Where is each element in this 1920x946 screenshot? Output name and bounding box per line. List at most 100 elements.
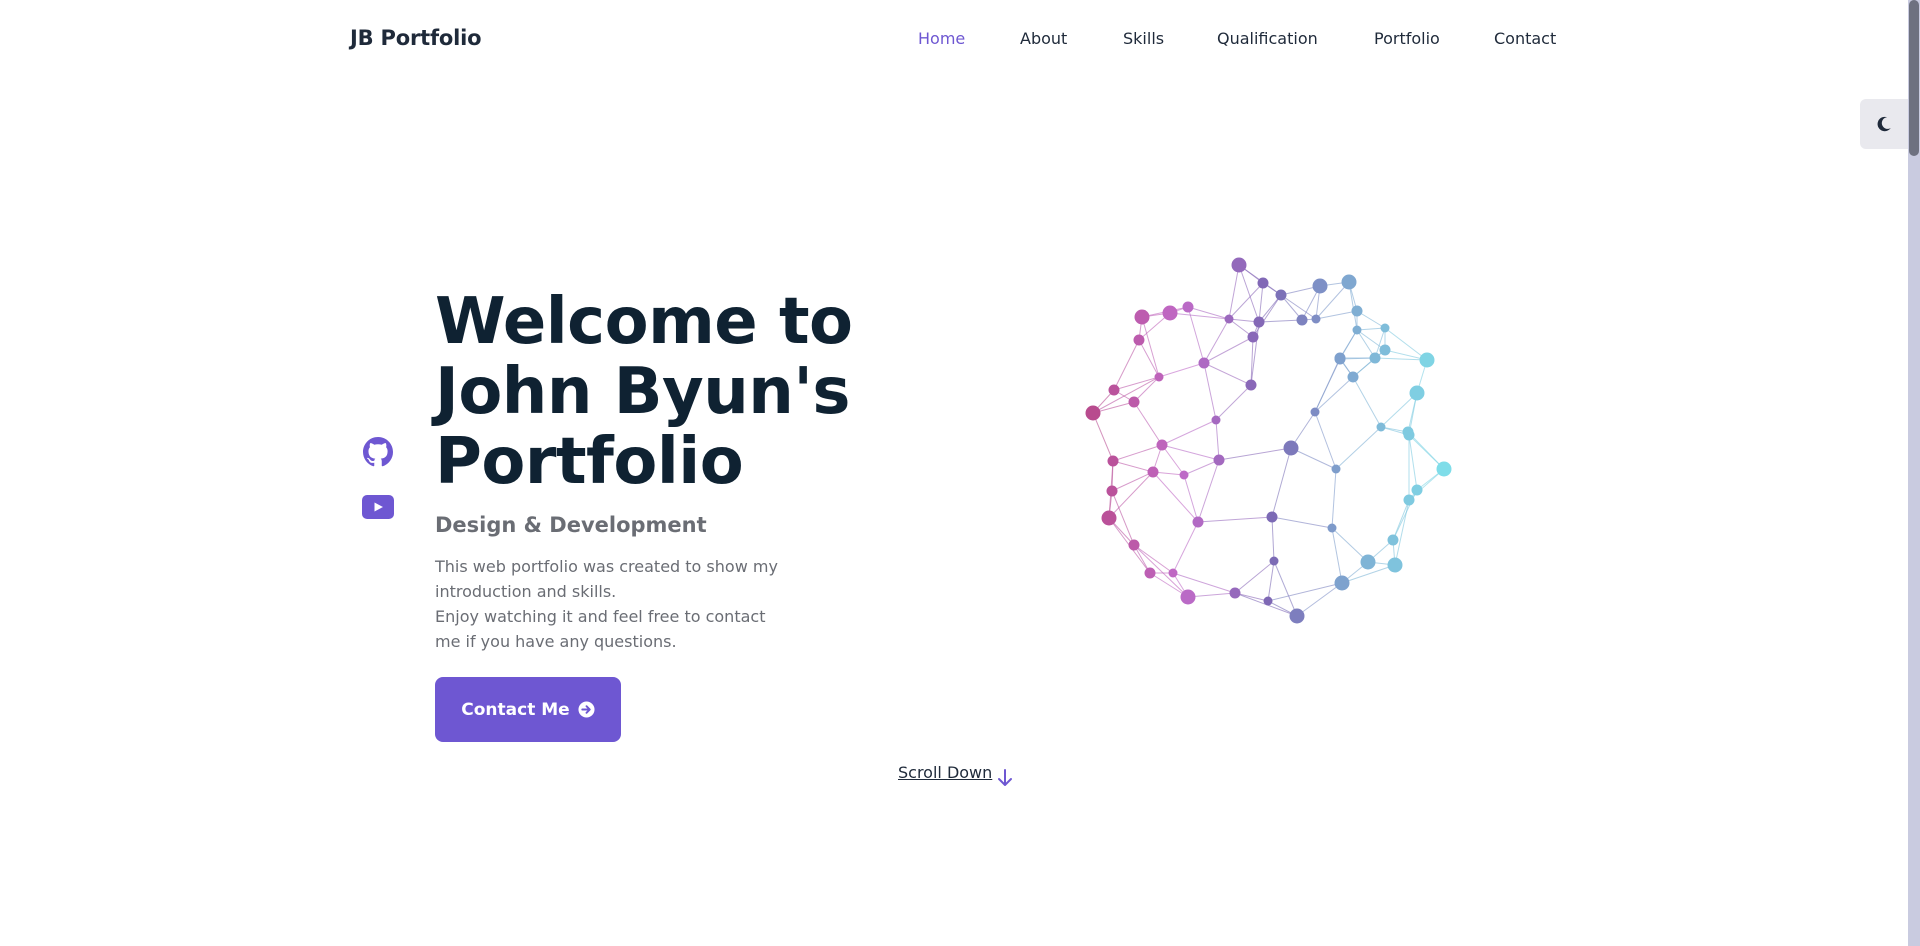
github-icon — [363, 437, 393, 467]
sphere-edge — [1161, 419, 1217, 446]
sphere-edge — [1133, 544, 1189, 598]
sphere-edge — [1335, 426, 1382, 470]
sphere-node — [1341, 274, 1357, 290]
hero-title-line: John Byun's — [435, 355, 851, 429]
sphere-edge — [1112, 460, 1154, 473]
sphere-node — [1133, 334, 1145, 346]
sphere-edge — [1203, 362, 1217, 421]
sphere-edge — [1352, 376, 1382, 428]
sphere-edge — [1172, 572, 1236, 594]
sphere-node — [1269, 556, 1279, 566]
sphere-node — [1312, 278, 1328, 294]
sphere-edge — [1271, 516, 1333, 529]
sphere-node — [1247, 331, 1259, 343]
sphere-node — [1179, 470, 1189, 480]
sphere-node — [1283, 440, 1299, 456]
sphere-node — [1128, 396, 1140, 408]
sphere-edge — [1234, 560, 1275, 594]
youtube-icon — [362, 495, 394, 519]
moon-icon — [1877, 116, 1891, 132]
nav-about-link[interactable]: About — [1020, 29, 1067, 48]
sphere-node — [1162, 305, 1178, 321]
sphere-node — [1257, 277, 1269, 289]
sphere-edge — [1161, 444, 1220, 461]
nav-contact-link[interactable]: Contact — [1494, 29, 1556, 48]
hero-title: Welcome to John Byun's Portfolio — [435, 287, 955, 497]
sphere-node — [1369, 352, 1381, 364]
sphere-node — [1289, 608, 1305, 624]
sphere-edge — [1111, 471, 1154, 492]
arrow-circle-right-icon — [578, 701, 595, 718]
sphere-edge — [1197, 516, 1273, 523]
sphere-node — [1085, 405, 1101, 421]
sphere-node — [1436, 461, 1452, 477]
sphere-edge — [1218, 447, 1292, 461]
sphere-node — [1380, 323, 1390, 333]
hero-description: This web portfolio was created to show m… — [435, 554, 795, 654]
sphere-node — [1311, 314, 1321, 324]
sphere-edge — [1271, 447, 1292, 518]
sphere-node — [1107, 455, 1119, 467]
main-nav: Home About Skills Qualification Portfoli… — [0, 29, 1908, 53]
sphere-edge — [1215, 384, 1252, 421]
sphere-node — [1156, 439, 1168, 451]
sphere-edge — [1092, 412, 1114, 462]
sphere-edge — [1138, 339, 1160, 378]
sphere-edge — [1314, 376, 1354, 413]
sphere-node — [1229, 587, 1241, 599]
sphere-edge — [1183, 459, 1220, 476]
sphere-node — [1327, 523, 1337, 533]
sphere-edge — [1238, 264, 1260, 323]
nav-home-link[interactable]: Home — [918, 29, 965, 48]
hero-title-line: Portfolio — [435, 425, 744, 499]
sphere-node — [1411, 484, 1423, 496]
sphere-node — [1192, 516, 1204, 528]
nav-portfolio-link[interactable]: Portfolio — [1374, 29, 1440, 48]
sphere-edge — [1228, 282, 1264, 320]
sphere-node — [1245, 379, 1257, 391]
sphere-node — [1144, 567, 1156, 579]
youtube-link[interactable] — [362, 491, 394, 523]
sphere-node — [1379, 344, 1391, 356]
contact-me-button[interactable]: Contact Me — [435, 677, 621, 742]
sphere-node — [1310, 407, 1320, 417]
sphere-node — [1101, 510, 1117, 526]
sphere-edge — [1152, 471, 1199, 523]
sphere-edge — [1267, 560, 1275, 602]
hero-description-line: Enjoy watching it and feel free to conta… — [435, 607, 766, 651]
sphere-node — [1231, 257, 1247, 273]
sphere-edge — [1331, 468, 1337, 529]
sphere-node — [1402, 426, 1414, 438]
sphere-node — [1168, 568, 1178, 578]
sphere-edge — [1197, 459, 1220, 523]
sphere-node — [1387, 534, 1399, 546]
arrow-down-icon — [998, 769, 1013, 786]
sphere-edge — [1408, 434, 1418, 491]
sphere-node — [1154, 372, 1164, 382]
scrollbar-thumb[interactable] — [1909, 0, 1919, 156]
sphere-node — [1376, 422, 1386, 432]
sphere-edge — [1172, 521, 1199, 574]
scroll-down-link[interactable]: Scroll Down — [898, 763, 1013, 787]
sphere-edge — [1228, 264, 1240, 320]
hero-subtitle: Design & Development — [435, 513, 707, 537]
theme-toggle-button[interactable] — [1860, 99, 1908, 149]
nav-skills-link[interactable]: Skills — [1123, 29, 1164, 48]
sphere-node — [1213, 454, 1225, 466]
sphere-edge — [1112, 444, 1163, 462]
sphere-edge — [1314, 357, 1341, 413]
hero-title-line: Welcome to — [435, 285, 853, 359]
sphere-node — [1198, 357, 1210, 369]
sphere-node — [1134, 309, 1150, 325]
scroll-down-label: Scroll Down — [898, 763, 993, 782]
sphere-edge — [1133, 401, 1163, 446]
sphere-nodes — [1085, 257, 1452, 624]
nav-qualification-link[interactable]: Qualification — [1217, 29, 1318, 48]
network-sphere-illustration — [1085, 257, 1452, 624]
sphere-node — [1224, 314, 1234, 324]
sphere-node — [1331, 464, 1341, 474]
sphere-edge — [1092, 376, 1160, 414]
sphere-edge — [1215, 419, 1220, 461]
github-link[interactable] — [362, 436, 394, 468]
sphere-node — [1419, 352, 1435, 368]
